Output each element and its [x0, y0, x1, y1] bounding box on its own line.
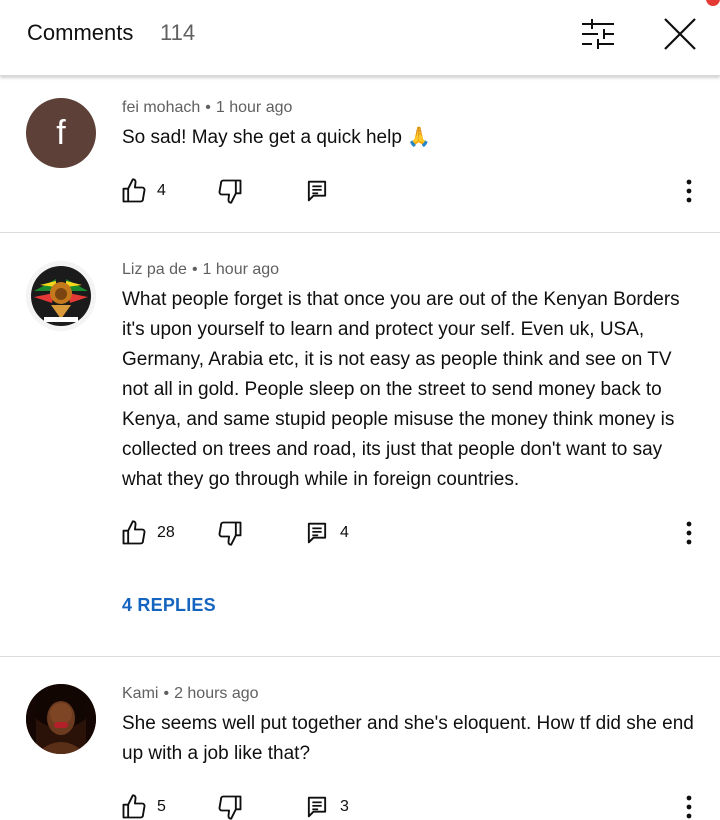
avatar[interactable]: f — [26, 98, 96, 168]
reply-comment-icon — [307, 796, 327, 818]
reply-count: 4 — [340, 524, 349, 541]
like-count: 28 — [157, 524, 175, 541]
like-button[interactable]: 28 — [120, 516, 175, 550]
more-vertical-icon — [686, 179, 692, 203]
comment-text: She seems well put together and she's el… — [122, 713, 694, 764]
more-options-button[interactable] — [678, 790, 700, 820]
comments-header: Comments 114 — [0, 0, 720, 76]
comment-meta: Liz pa de • 1 hour ago — [122, 261, 279, 279]
more-vertical-icon — [686, 795, 692, 819]
comment-actions: 5 3 — [0, 790, 720, 820]
close-icon[interactable] — [660, 14, 700, 54]
comment-author[interactable]: fei mohach — [122, 99, 200, 116]
thumbs-down-icon — [218, 795, 242, 820]
comment-time: 1 hour ago — [215, 99, 293, 116]
comment-actions: 28 4 — [0, 516, 720, 556]
comment-author[interactable]: Liz pa de — [122, 261, 187, 278]
more-vertical-icon — [686, 521, 692, 545]
view-replies-link[interactable]: 4 REPLIES — [122, 595, 216, 616]
like-button[interactable]: 5 — [120, 790, 166, 820]
comment-meta: Kami • 2 hours ago — [122, 685, 259, 703]
reply-button[interactable]: 4 — [303, 516, 349, 550]
thumbs-down-icon — [218, 179, 242, 204]
dislike-button[interactable] — [216, 790, 244, 820]
dislike-button[interactable] — [216, 516, 244, 550]
filter-sliders-icon[interactable] — [576, 14, 620, 54]
dislike-button[interactable] — [216, 174, 244, 208]
comment-meta: fei mohach • 1 hour ago — [122, 99, 292, 117]
thumbs-up-icon — [122, 794, 146, 819]
reply-button[interactable] — [303, 174, 331, 208]
comment-time: 2 hours ago — [174, 685, 259, 702]
avatar[interactable] — [26, 684, 96, 754]
comment-text: So sad! May she get a quick help 🙏 — [122, 127, 431, 148]
thumbs-down-icon — [218, 521, 242, 546]
comment-actions: 4 — [0, 174, 720, 214]
thumbs-up-icon — [122, 520, 146, 545]
like-button[interactable]: 4 — [120, 174, 166, 208]
avatar[interactable] — [26, 261, 96, 331]
reply-button[interactable]: 3 — [303, 790, 349, 820]
comment-divider — [0, 656, 720, 657]
notification-dot — [706, 0, 720, 6]
reply-comment-icon — [307, 180, 327, 202]
like-count: 4 — [157, 182, 166, 199]
comments-title: Comments — [27, 20, 134, 45]
reply-count: 3 — [340, 798, 349, 815]
comment-divider — [0, 232, 720, 233]
reply-comment-icon — [307, 522, 327, 544]
comment-author[interactable]: Kami — [122, 685, 158, 702]
comment-time: 1 hour ago — [202, 261, 280, 278]
comment-text: What people forget is that once you are … — [122, 289, 680, 490]
thumbs-up-icon — [122, 178, 146, 203]
meta-separator: • — [191, 261, 198, 278]
more-options-button[interactable] — [678, 174, 700, 208]
meta-separator: • — [163, 685, 170, 702]
meta-separator: • — [205, 99, 211, 116]
comments-count: 114 — [160, 20, 196, 45]
like-count: 5 — [157, 798, 166, 815]
more-options-button[interactable] — [678, 516, 700, 550]
